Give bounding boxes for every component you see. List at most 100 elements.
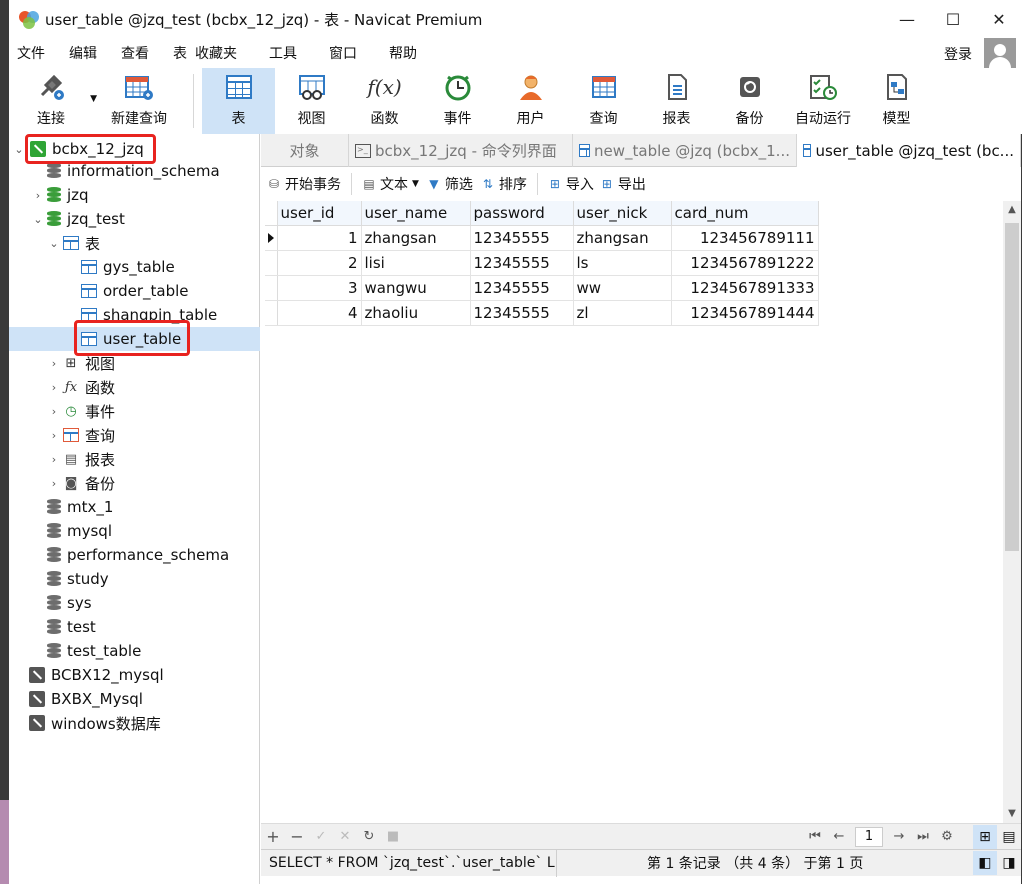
cell-card-num[interactable]: 1234567891222	[671, 250, 819, 276]
maximize-button[interactable]: ☐	[930, 0, 976, 38]
chevron-down-icon[interactable]: ⌄	[31, 213, 45, 226]
tree-db-sys[interactable]: sys	[9, 591, 260, 615]
column-header-user-id[interactable]: user_id	[277, 201, 362, 226]
tree-backups-folder[interactable]: › ◙ 备份	[9, 471, 260, 495]
column-header-user-nick[interactable]: user_nick	[573, 201, 672, 226]
export-button[interactable]: ⊞ 导出	[600, 174, 652, 194]
stop-icon[interactable]: ■	[381, 829, 405, 844]
query-button[interactable]: 查询	[567, 68, 640, 134]
cell-user-id[interactable]: 4	[277, 300, 362, 326]
model-button[interactable]: 模型	[860, 68, 933, 134]
tab-new-table[interactable]: new_table @jzq (bcbx_1...	[573, 134, 797, 167]
cell-password[interactable]: 12345555	[470, 225, 574, 251]
tree-db-performance-schema[interactable]: performance_schema	[9, 543, 260, 567]
tree-db-study[interactable]: study	[9, 567, 260, 591]
connect-button[interactable]: ▼ 连接	[9, 68, 97, 134]
grid-view-icon[interactable]: ⊞	[973, 824, 997, 849]
tree-table-order-table[interactable]: order_table	[9, 279, 260, 303]
close-button[interactable]: ✕	[976, 0, 1022, 38]
cell-card-num[interactable]: 1234567891444	[671, 300, 819, 326]
cell-user-nick[interactable]: ww	[573, 275, 672, 301]
chevron-right-icon[interactable]: ›	[31, 189, 45, 202]
cell-user-nick[interactable]: ls	[573, 250, 672, 276]
tree-connection-bcbx12-mysql[interactable]: BCBX12_mysql	[9, 663, 260, 687]
menu-file[interactable]: 文件	[9, 43, 57, 63]
report-button[interactable]: 报表	[640, 68, 713, 134]
backup-button[interactable]: 备份	[713, 68, 786, 134]
scroll-down-icon[interactable]: ▼	[1003, 805, 1021, 823]
settings-gear-icon[interactable]: ⚙	[935, 829, 959, 844]
menu-help[interactable]: 帮助	[377, 43, 429, 63]
tree-events-folder[interactable]: › ◷ 事件	[9, 399, 260, 423]
cell-user-name[interactable]: lisi	[361, 250, 471, 276]
right-panel-toggle-icon[interactable]: ◨	[997, 851, 1021, 875]
tree-db-jzq[interactable]: › jzq	[9, 183, 260, 207]
table-row[interactable]: 4 zhaoliu 12345555 zl 1234567891444	[265, 300, 819, 326]
refresh-icon[interactable]: ↻	[357, 829, 381, 844]
cell-user-id[interactable]: 2	[277, 250, 362, 276]
text-button[interactable]: ▤ 文本 ▼	[356, 174, 425, 194]
table-row[interactable]: 3 wangwu 12345555 ww 1234567891333	[265, 275, 819, 301]
tree-table-gys-table[interactable]: gys_table	[9, 255, 260, 279]
table-row[interactable]: 1 zhangsan 12345555 zhangsan 12345678911…	[265, 225, 819, 251]
table-row[interactable]: 2 lisi 12345555 ls 1234567891222	[265, 250, 819, 276]
avatar[interactable]	[984, 38, 1016, 70]
cell-password[interactable]: 12345555	[470, 250, 574, 276]
cell-user-name[interactable]: zhangsan	[361, 225, 471, 251]
form-view-icon[interactable]: ▤	[997, 825, 1021, 849]
vertical-scrollbar[interactable]: ▲ ▼	[1003, 201, 1021, 823]
cell-user-name[interactable]: zhaoliu	[361, 300, 471, 326]
scroll-up-icon[interactable]: ▲	[1003, 201, 1021, 219]
tab-command-line[interactable]: >_ bcbx_12_jzq - 命令列界面	[349, 134, 573, 167]
tree-queries-folder[interactable]: › 查询	[9, 423, 260, 447]
next-page-icon[interactable]: →	[887, 829, 911, 844]
tree-functions-folder[interactable]: › ƒx 函数	[9, 375, 260, 399]
tree-db-test[interactable]: test	[9, 615, 260, 639]
tree-reports-folder[interactable]: › ▤ 报表	[9, 447, 260, 471]
import-button[interactable]: ⊞ 导入	[542, 174, 600, 194]
user-button[interactable]: 用户	[494, 68, 567, 134]
function-button[interactable]: f(x) 函数	[348, 68, 421, 134]
left-panel-toggle-icon[interactable]: ◧	[973, 851, 997, 875]
cell-card-num[interactable]: 1234567891333	[671, 275, 819, 301]
chevron-right-icon[interactable]: ›	[47, 405, 61, 418]
login-link[interactable]: 登录	[944, 44, 972, 64]
begin-transaction-button[interactable]: ⛁ 开始事务	[261, 174, 347, 194]
view-button[interactable]: 视图	[275, 68, 348, 134]
menu-edit[interactable]: 编辑	[57, 43, 109, 63]
cell-user-nick[interactable]: zhangsan	[573, 225, 672, 251]
menu-window[interactable]: 窗口	[317, 43, 377, 63]
cell-user-id[interactable]: 1	[277, 225, 362, 251]
cell-user-id[interactable]: 3	[277, 275, 362, 301]
cell-password[interactable]: 12345555	[470, 275, 574, 301]
tree-db-jzq-test[interactable]: ⌄ jzq_test	[9, 207, 260, 231]
page-number-input[interactable]: 1	[855, 826, 883, 847]
add-record-icon[interactable]: +	[261, 827, 285, 846]
menu-tools[interactable]: 工具	[257, 43, 317, 63]
tab-user-table[interactable]: user_table @jzq_test (bc...	[797, 134, 1021, 167]
menu-table[interactable]: 表	[161, 43, 191, 63]
expand-icon[interactable]: ⌄	[12, 143, 26, 156]
tree-db-mysql[interactable]: mysql	[9, 519, 260, 543]
tree-db-test-table[interactable]: test_table	[9, 639, 260, 663]
tree-db-mtx-1[interactable]: mtx_1	[9, 495, 260, 519]
cell-user-nick[interactable]: zl	[573, 300, 672, 326]
sort-button[interactable]: ⇅ 排序	[479, 174, 533, 194]
chevron-down-icon[interactable]: ⌄	[47, 237, 61, 250]
tab-objects[interactable]: 对象	[261, 134, 349, 167]
column-header-user-name[interactable]: user_name	[361, 201, 471, 226]
first-page-icon[interactable]: ⏮	[803, 829, 827, 844]
tree-connection-bxbx-mysql[interactable]: BXBX_Mysql	[9, 687, 260, 711]
column-header-password[interactable]: password	[470, 201, 574, 226]
chevron-right-icon[interactable]: ›	[47, 429, 61, 442]
filter-button[interactable]: ▼ 筛选	[425, 174, 479, 194]
scrollbar-thumb[interactable]	[1005, 223, 1019, 551]
minimize-button[interactable]: —	[884, 0, 930, 38]
autorun-button[interactable]: 自动运行	[786, 68, 860, 134]
chevron-right-icon[interactable]: ›	[47, 477, 61, 490]
table-button[interactable]: 表	[202, 68, 275, 134]
apply-changes-icon[interactable]: ✓	[309, 829, 333, 844]
delete-record-icon[interactable]: −	[285, 827, 309, 846]
prev-page-icon[interactable]: ←	[827, 829, 851, 844]
column-header-card-num[interactable]: card_num	[671, 201, 819, 226]
